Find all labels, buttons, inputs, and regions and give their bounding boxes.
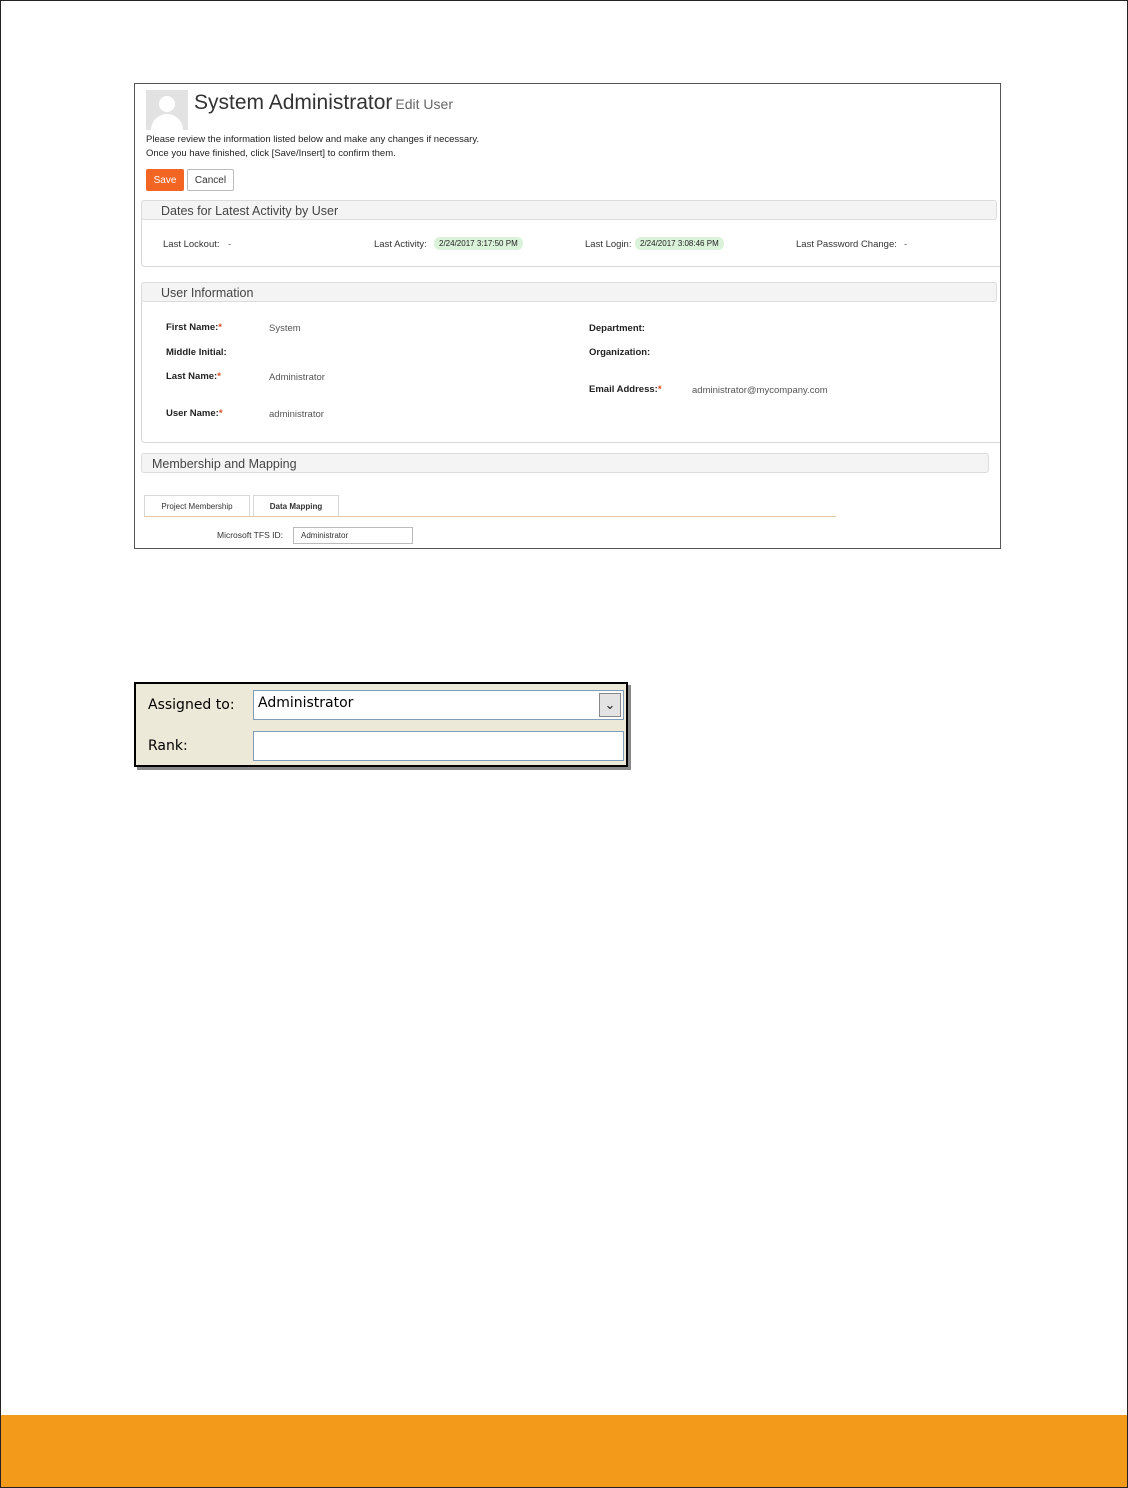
intro-line-2: Once you have finished, click [Save/Inse…	[146, 148, 396, 159]
intro-line-1: Please review the information listed bel…	[146, 134, 480, 145]
email-address-value[interactable]: administrator@mycompany.com	[692, 385, 828, 396]
tfs-id-label: Microsoft TFS ID:	[217, 530, 283, 540]
cancel-button[interactable]: Cancel	[187, 169, 234, 191]
last-login-badge: 2/24/2017 3:08:46 PM	[635, 237, 724, 250]
last-activity-label: Last Activity:	[374, 239, 427, 250]
assigned-to-value: Administrator	[258, 695, 354, 711]
assigned-to-select[interactable]: Administrator ⌄	[253, 690, 624, 720]
activity-panel-header[interactable]: Dates for Latest Activity by User	[141, 200, 997, 220]
save-button[interactable]: Save	[146, 169, 184, 191]
tab-project-membership[interactable]: Project Membership	[144, 495, 250, 517]
tfs-assignment-screenshot: Assigned to: Administrator ⌄ Rank:	[134, 682, 628, 767]
last-lockout-label: Last Lockout:	[163, 239, 220, 250]
middle-initial-label: Middle Initial:	[166, 347, 227, 358]
tab-data-mapping[interactable]: Data Mapping	[253, 495, 339, 517]
last-password-change-label: Last Password Change:	[796, 239, 897, 250]
last-name-label: Last Name:*	[166, 371, 221, 382]
required-marker: *	[218, 322, 222, 333]
page-subtitle: Edit User	[395, 96, 453, 112]
edit-user-screenshot: System Administrator Edit User Please rev…	[134, 83, 1001, 549]
user-info-panel-header[interactable]: User Information	[141, 282, 997, 302]
rank-input[interactable]	[253, 731, 624, 761]
required-marker: *	[657, 384, 662, 395]
rank-label: Rank:	[148, 738, 188, 754]
avatar	[146, 90, 188, 130]
organization-label: Organization:	[589, 347, 651, 358]
last-name-value[interactable]: Administrator	[269, 372, 325, 383]
required-marker: *	[218, 408, 223, 419]
first-name-label: First Name:*	[166, 322, 222, 333]
footer-bar	[1, 1415, 1127, 1487]
user-name-label: User Name:*	[166, 408, 223, 419]
last-activity-badge: 2/24/2017 3:17:50 PM	[434, 237, 523, 250]
chevron-down-icon[interactable]: ⌄	[599, 693, 621, 717]
membership-panel-header[interactable]: Membership and Mapping	[141, 453, 989, 473]
tfs-id-input[interactable]: Administrator	[293, 527, 413, 544]
intro-text: Please review the information listed bel…	[146, 133, 479, 161]
last-lockout-value: -	[228, 239, 232, 250]
required-marker: *	[217, 371, 221, 382]
user-info-panel	[141, 292, 1000, 443]
first-name-value[interactable]: System	[269, 323, 301, 334]
last-login-label: Last Login:	[585, 239, 632, 250]
avatar-body	[151, 114, 183, 130]
last-password-change-value: -	[904, 239, 908, 250]
avatar-head	[159, 96, 175, 112]
department-label: Department:	[589, 323, 645, 334]
assigned-to-label: Assigned to:	[148, 697, 235, 713]
user-name-value[interactable]: administrator	[269, 409, 324, 420]
tab-divider	[144, 516, 836, 517]
user-full-name: System Administrator	[194, 91, 393, 114]
page-title: System Administrator Edit User	[194, 91, 453, 115]
email-address-label: Email Address:*	[589, 384, 662, 395]
